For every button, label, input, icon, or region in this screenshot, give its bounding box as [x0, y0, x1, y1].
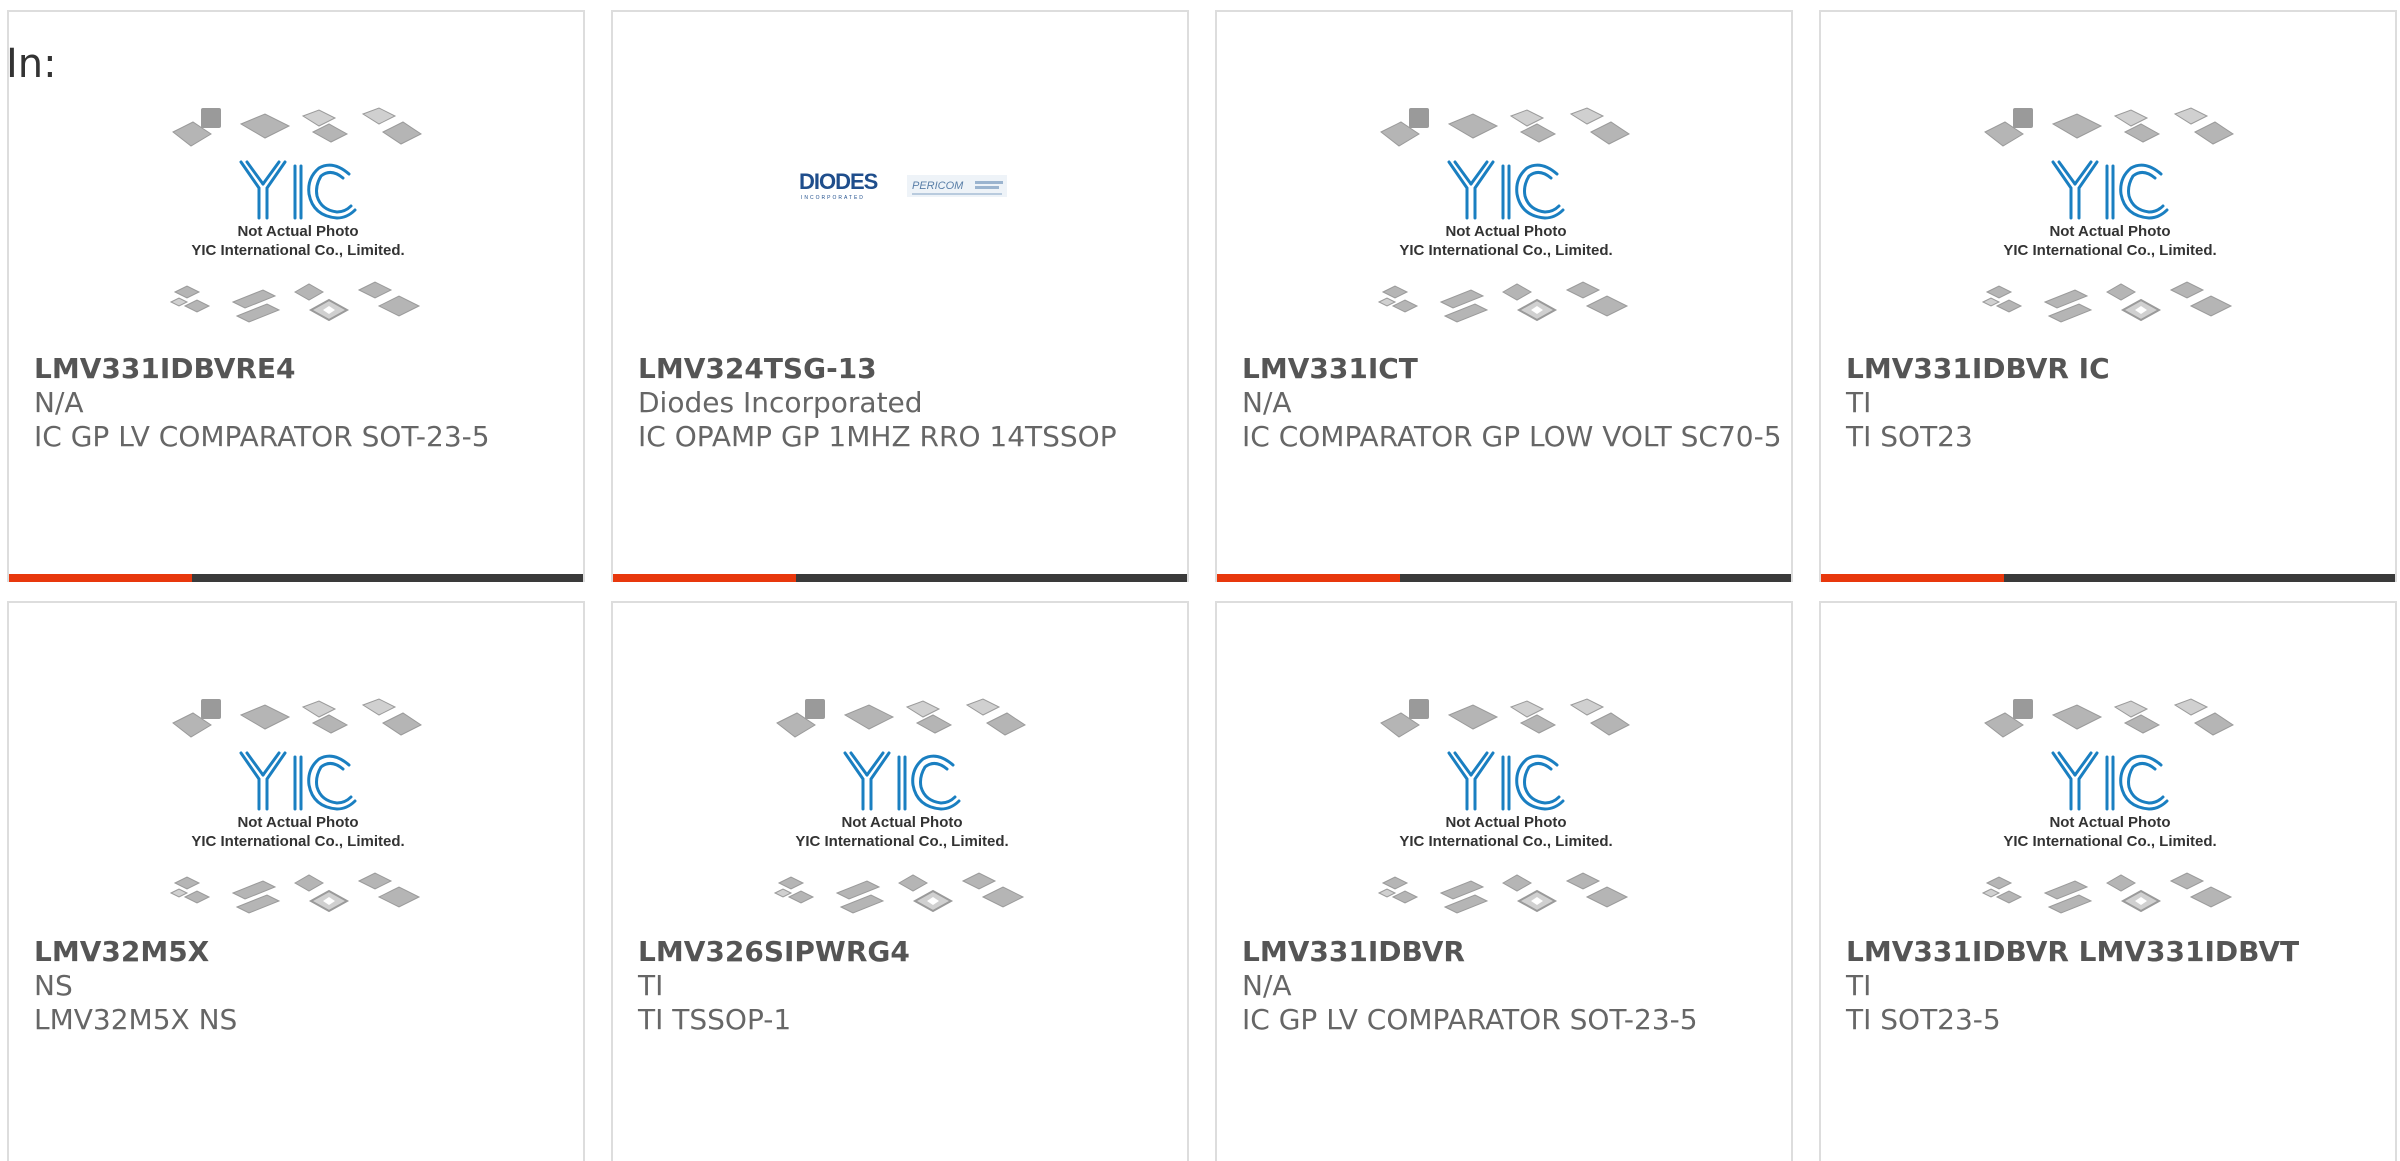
part-number-link[interactable]: LMV331IDBVR	[1242, 935, 1782, 969]
placeholder-caption-2: YIC International Co., Limited.	[1399, 833, 1612, 850]
product-grid: Not Actual Photo YIC International Co., …	[0, 0, 2400, 1161]
description: IC GP LV COMPARATOR SOT-23-5	[1242, 1003, 1698, 1036]
manufacturer: N/A	[1242, 969, 1292, 1002]
product-photo-placeholder: Not Actual Photo YIC International Co., …	[767, 693, 1037, 933]
manufacturer: TI	[1846, 969, 1872, 1002]
card-accent	[1821, 574, 2004, 582]
description: IC OPAMP GP 1MHZ RRO 14TSSOP	[638, 420, 1117, 453]
diodes-brand-sub: INCORPORATED	[801, 195, 865, 201]
card-accent	[1217, 574, 1400, 582]
product-card[interactable]: Not Actual Photo YIC International Co., …	[7, 601, 585, 1161]
part-number-link[interactable]: LMV331IDBVR LMV331IDBVT	[1846, 935, 2386, 969]
product-info: LMV326SIPWRG4 TI TI TSSOP-1	[638, 935, 1178, 1037]
part-number-link[interactable]: LMV32M5X	[34, 935, 574, 969]
product-photo-placeholder: Not Actual Photo YIC International Co., …	[1975, 693, 2245, 933]
product-card[interactable]: Not Actual Photo YIC International Co., …	[1215, 601, 1793, 1161]
placeholder-caption-1: Not Actual Photo	[841, 814, 962, 831]
card-bottom-bar	[613, 574, 1187, 582]
product-card[interactable]: Not Actual Photo YIC International Co., …	[1215, 10, 1793, 582]
product-info: LMV331IDBVR N/A IC GP LV COMPARATOR SOT-…	[1242, 935, 1782, 1037]
placeholder-caption-2: YIC International Co., Limited.	[1399, 242, 1612, 259]
product-card[interactable]: Not Actual Photo YIC International Co., …	[611, 601, 1189, 1161]
placeholder-caption-1: Not Actual Photo	[1445, 814, 1566, 831]
product-info: LMV331ICT N/A IC COMPARATOR GP LOW VOLT …	[1242, 352, 1782, 454]
manufacturer: NS	[34, 969, 73, 1002]
description: TI SOT23-5	[1846, 1003, 2001, 1036]
manufacturer: TI	[1846, 386, 1872, 419]
product-photo-placeholder: Not Actual Photo YIC International Co., …	[163, 693, 433, 933]
product-info: LMV324TSG-13 Diodes Incorporated IC OPAM…	[638, 352, 1178, 454]
card-bottom-bar	[1217, 574, 1791, 582]
part-number-link[interactable]: LMV324TSG-13	[638, 352, 1178, 386]
in-label: In:	[6, 41, 57, 87]
placeholder-caption-2: YIC International Co., Limited.	[2003, 833, 2216, 850]
part-number-link[interactable]: LMV331ICT	[1242, 352, 1782, 386]
description: IC COMPARATOR GP LOW VOLT SC70-5	[1242, 420, 1782, 453]
part-number-link[interactable]: LMV326SIPWRG4	[638, 935, 1178, 969]
placeholder-caption-1: Not Actual Photo	[2049, 223, 2170, 240]
manufacturer: Diodes Incorporated	[638, 386, 923, 419]
pericom-brand: PERICOM	[912, 180, 964, 192]
placeholder-caption-2: YIC International Co., Limited.	[191, 833, 404, 850]
product-info: LMV331IDBVR LMV331IDBVT TI TI SOT23-5	[1846, 935, 2386, 1037]
card-bottom-bar	[1821, 574, 2395, 582]
placeholder-caption-1: Not Actual Photo	[2049, 814, 2170, 831]
diodes-logo: DIODES INCORPORATED PERICOM	[799, 167, 1009, 207]
placeholder-caption-2: YIC International Co., Limited.	[191, 242, 404, 259]
product-photo-placeholder: Not Actual Photo YIC International Co., …	[1371, 102, 1641, 342]
product-card[interactable]: Not Actual Photo YIC International Co., …	[1819, 601, 2397, 1161]
product-card[interactable]: DIODES INCORPORATED PERICOM LMV324TSG-13…	[611, 10, 1189, 582]
manufacturer: TI	[638, 969, 664, 1002]
product-info: LMV331IDBVRE4 N/A IC GP LV COMPARATOR SO…	[34, 352, 574, 454]
part-number-link[interactable]: LMV331IDBVRE4	[34, 352, 574, 386]
description: LMV32M5X NS	[34, 1003, 238, 1036]
placeholder-caption-1: Not Actual Photo	[237, 223, 358, 240]
card-accent	[613, 574, 796, 582]
part-number-link[interactable]: LMV331IDBVR IC	[1846, 352, 2386, 386]
description: IC GP LV COMPARATOR SOT-23-5	[34, 420, 490, 453]
product-card[interactable]: Not Actual Photo YIC International Co., …	[1819, 10, 2397, 582]
placeholder-caption-2: YIC International Co., Limited.	[2003, 242, 2216, 259]
description: TI TSSOP-1	[638, 1003, 792, 1036]
placeholder-caption-2: YIC International Co., Limited.	[795, 833, 1008, 850]
placeholder-caption-1: Not Actual Photo	[237, 814, 358, 831]
product-info: LMV331IDBVR IC TI TI SOT23	[1846, 352, 2386, 454]
product-photo-placeholder: Not Actual Photo YIC International Co., …	[163, 102, 433, 342]
product-photo-placeholder: Not Actual Photo YIC International Co., …	[1975, 102, 2245, 342]
product-photo-placeholder: Not Actual Photo YIC International Co., …	[1371, 693, 1641, 933]
description: TI SOT23	[1846, 420, 1973, 453]
manufacturer: N/A	[34, 386, 84, 419]
placeholder-caption-1: Not Actual Photo	[1445, 223, 1566, 240]
diodes-brand: DIODES	[799, 169, 878, 194]
card-accent	[9, 574, 192, 582]
product-info: LMV32M5X NS LMV32M5X NS	[34, 935, 574, 1037]
manufacturer: N/A	[1242, 386, 1292, 419]
card-bottom-bar	[9, 574, 583, 582]
product-card[interactable]: Not Actual Photo YIC International Co., …	[7, 10, 585, 582]
